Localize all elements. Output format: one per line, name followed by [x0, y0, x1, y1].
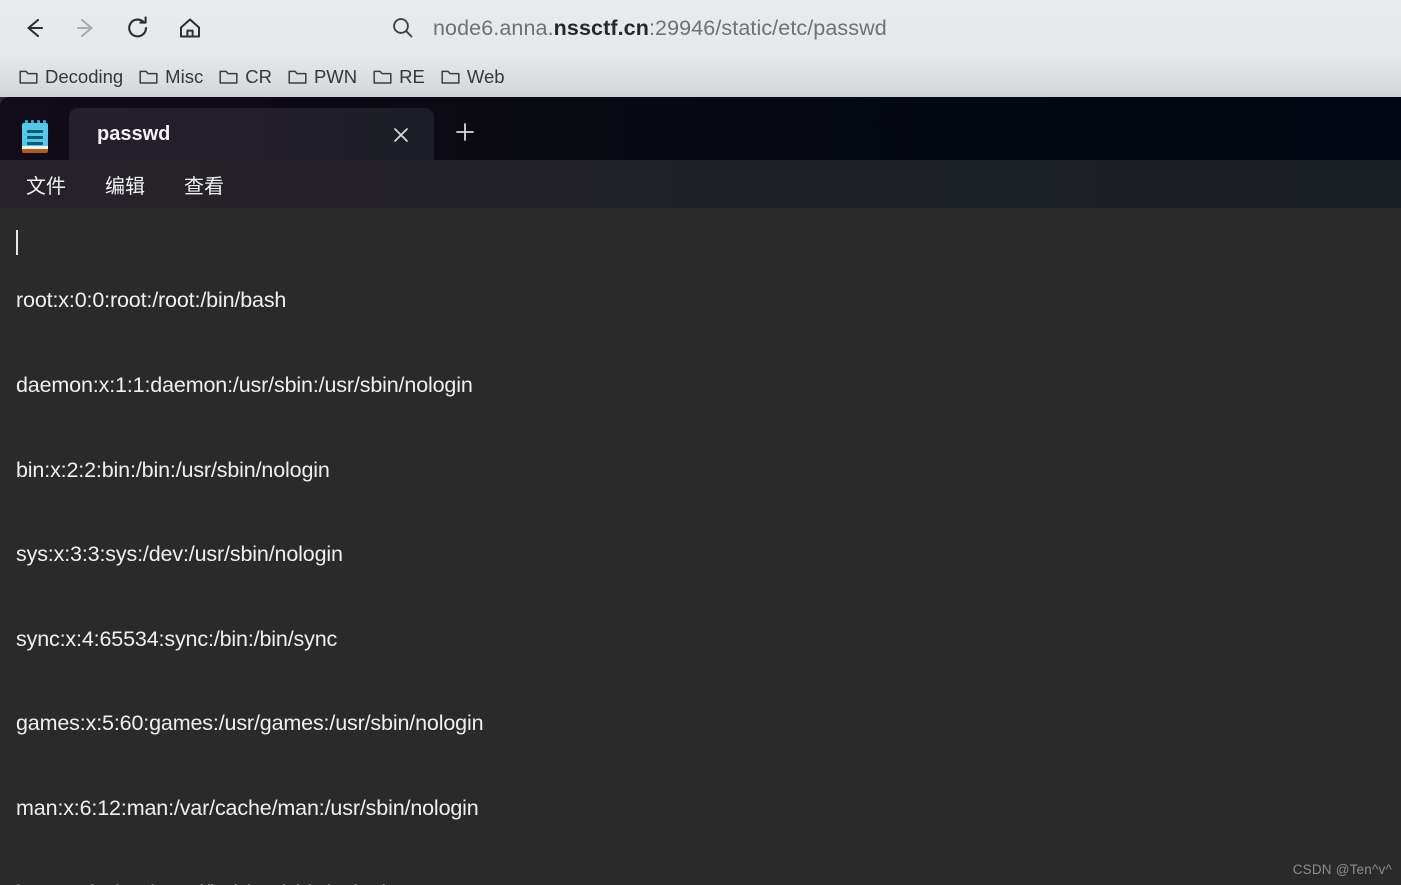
- url-suffix: :29946/static/etc/passwd: [649, 16, 887, 40]
- address-bar-text: node6.anna.nssctf.cn:29946/static/etc/pa…: [433, 16, 887, 41]
- folder-icon: [219, 68, 238, 85]
- folder-icon: [373, 68, 392, 85]
- menu-file[interactable]: 文件: [14, 165, 78, 204]
- reload-button[interactable]: [116, 6, 160, 50]
- editor-content: root:x:0:0:root:/root:/bin/bash daemon:x…: [16, 230, 1401, 885]
- bookmark-decoding[interactable]: Decoding: [12, 62, 130, 92]
- editor-line: root:x:0:0:root:/root:/bin/bash: [16, 286, 1401, 314]
- bookmark-label: RE: [399, 66, 425, 88]
- editor-line: bin:x:2:2:bin:/bin:/usr/sbin/nologin: [16, 456, 1401, 484]
- bookmark-re[interactable]: RE: [366, 62, 432, 92]
- tab-passwd[interactable]: passwd: [69, 108, 434, 160]
- url-host: nssctf.cn: [554, 16, 649, 40]
- bookmark-cr[interactable]: CR: [212, 62, 279, 92]
- browser-chrome: node6.anna.nssctf.cn:29946/static/etc/pa…: [0, 0, 1401, 97]
- notepad-icon: [16, 117, 56, 155]
- bookmark-label: Web: [467, 66, 505, 88]
- bookmark-pwn[interactable]: PWN: [281, 62, 364, 92]
- editor-line: man:x:6:12:man:/var/cache/man:/usr/sbin/…: [16, 794, 1401, 822]
- folder-icon: [139, 68, 158, 85]
- bookmark-label: CR: [245, 66, 272, 88]
- bookmark-label: PWN: [314, 66, 357, 88]
- menu-view[interactable]: 查看: [172, 165, 236, 204]
- arrow-right-icon: [72, 14, 100, 42]
- forward-button[interactable]: [64, 6, 108, 50]
- bookmark-web[interactable]: Web: [434, 62, 512, 92]
- url-prefix: node6.anna.: [433, 16, 554, 40]
- text-caret: [16, 230, 18, 255]
- tab-title: passwd: [97, 123, 170, 146]
- editor-line: sys:x:3:3:sys:/dev:/usr/sbin/nologin: [16, 540, 1401, 568]
- editor-line: lp:x:7:7:lp:/var/spool/lpd:/usr/sbin/nol…: [16, 879, 1401, 885]
- new-tab-button[interactable]: [448, 117, 482, 151]
- folder-icon: [441, 68, 460, 85]
- bookmarks-bar: Decoding Misc CR PWN: [0, 56, 1401, 97]
- reload-icon: [124, 14, 152, 42]
- notepad-window: passwd 文件 编辑 查看 root:x:0:0:root:/r: [0, 97, 1401, 885]
- close-icon[interactable]: [386, 120, 416, 150]
- notepad-menubar: 文件 编辑 查看: [0, 160, 1401, 208]
- folder-icon: [288, 68, 307, 85]
- menu-edit[interactable]: 编辑: [93, 165, 157, 204]
- search-icon: [390, 15, 416, 41]
- arrow-left-icon: [20, 14, 48, 42]
- home-icon: [176, 14, 204, 42]
- notepad-tabstrip: passwd: [0, 97, 1401, 160]
- address-bar[interactable]: node6.anna.nssctf.cn:29946/static/etc/pa…: [230, 0, 1401, 56]
- plus-icon: [453, 120, 477, 149]
- editor-line: daemon:x:1:1:daemon:/usr/sbin:/usr/sbin/…: [16, 371, 1401, 399]
- home-button[interactable]: [168, 6, 212, 50]
- browser-toolbar: node6.anna.nssctf.cn:29946/static/etc/pa…: [0, 0, 1401, 56]
- editor-line: games:x:5:60:games:/usr/games:/usr/sbin/…: [16, 709, 1401, 737]
- bookmark-misc[interactable]: Misc: [132, 62, 210, 92]
- editor-line: sync:x:4:65534:sync:/bin:/bin/sync: [16, 625, 1401, 653]
- bookmark-label: Decoding: [45, 66, 123, 88]
- bookmark-label: Misc: [165, 66, 203, 88]
- back-button[interactable]: [12, 6, 56, 50]
- folder-icon: [19, 68, 38, 85]
- csdn-watermark: CSDN @Ten^v^: [1293, 862, 1392, 877]
- text-editor-area[interactable]: root:x:0:0:root:/root:/bin/bash daemon:x…: [0, 208, 1401, 885]
